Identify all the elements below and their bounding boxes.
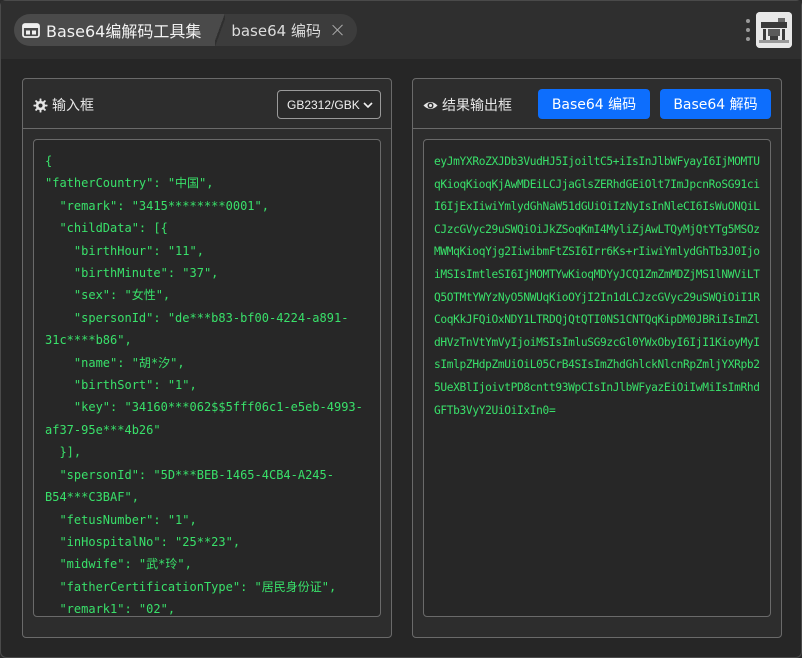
tab-strip: Base64编解码工具集 base64 编码: [14, 14, 357, 46]
input-line: "sex": "女性",: [45, 288, 171, 303]
tab-active-label: base64 编码: [231, 21, 321, 40]
input-line: "fatherCertificationType": "居民身份证",: [45, 579, 337, 594]
input-text-content: { "fatherCountry": "中国", "remark": "3415*…: [45, 150, 375, 617]
input-line: "birthMinute": "37",: [45, 266, 219, 281]
tab-base64-encode[interactable]: base64 编码: [225, 14, 357, 46]
eye-icon: [423, 98, 438, 113]
app-window: Base64编解码工具集 base64 编码 输入框 GB2312/GBK {…: [0, 0, 802, 658]
input-line: {: [45, 154, 53, 168]
avatar[interactable]: [756, 12, 792, 48]
input-panel: 输入框 GB2312/GBK { "fatherCountry": "中国", "…: [22, 78, 392, 638]
close-icon[interactable]: [331, 23, 345, 37]
output-panel-title: 结果输出框: [423, 95, 512, 115]
input-line: }],: [45, 445, 82, 460]
gear-icon: [33, 97, 48, 113]
input-line: "spersonId": "de***b83-bf00-4224-a891-: [45, 310, 349, 325]
input-panel-title: 输入框: [33, 95, 94, 115]
input-line: "birthSort": "1",: [45, 378, 197, 393]
input-line: 31c****b86",: [45, 333, 132, 348]
input-line: af37-95e***4b26": [45, 422, 161, 437]
output-panel-title-text: 结果输出框: [442, 98, 512, 114]
tab-home[interactable]: Base64编解码工具集: [14, 14, 216, 46]
tab-separator: [215, 14, 226, 46]
input-line: "fetusNumber": "1",: [45, 512, 197, 527]
input-panel-header: 输入框 GB2312/GBK: [23, 79, 391, 129]
input-line: "birthHour": "11",: [45, 243, 204, 258]
input-line: "fatherCountry": "中国",: [45, 176, 214, 191]
base64-decode-button[interactable]: Base64 解码: [660, 89, 771, 119]
base64-encode-button[interactable]: Base64 编码: [538, 89, 650, 119]
input-line: B54***C3BAF",: [45, 490, 139, 505]
encoding-select-value: GB2312/GBK: [287, 97, 360, 112]
input-line: "name": "胡*汐",: [45, 355, 185, 370]
tab-home-label: Base64编解码工具集: [46, 22, 202, 41]
output-panel-header: 结果输出框 Base64 编码 Base64 解码: [413, 79, 781, 129]
output-panel: 结果输出框 Base64 编码 Base64 解码 eyJmYXRoZXJDb3…: [412, 78, 782, 638]
input-line: "key": "34160***062$$5fff06c1-e5eb-4993-: [45, 400, 363, 415]
input-textarea[interactable]: { "fatherCountry": "中国", "remark": "3415*…: [33, 139, 381, 617]
input-line: "midwife": "武*玲",: [45, 557, 192, 572]
input-line: "inHospitalNo": "25**23",: [45, 534, 241, 549]
input-line: "spersonId": "5D***BEB-1465-4CB4-A245-: [45, 467, 334, 482]
encoding-select[interactable]: GB2312/GBK: [277, 90, 381, 119]
input-line: "childData": [{: [45, 221, 168, 236]
chevron-down-icon: [363, 99, 373, 109]
input-line: "remark1": "02",: [45, 602, 176, 617]
input-line: "remark": "3415********0001",: [45, 198, 269, 213]
app-icon: [22, 21, 40, 39]
title-bar: Base64编解码工具集 base64 编码: [1, 1, 801, 59]
output-textarea[interactable]: eyJmYXRoZXJDb3VudHJ5IjoiltC5+iIsInJlbWFy…: [423, 139, 771, 617]
output-result-text: eyJmYXRoZXJDb3VudHJ5IjoiltC5+iIsInJlbWFy…: [434, 155, 760, 417]
input-panel-title-text: 输入框: [52, 98, 94, 114]
more-menu-icon[interactable]: [746, 19, 750, 41]
